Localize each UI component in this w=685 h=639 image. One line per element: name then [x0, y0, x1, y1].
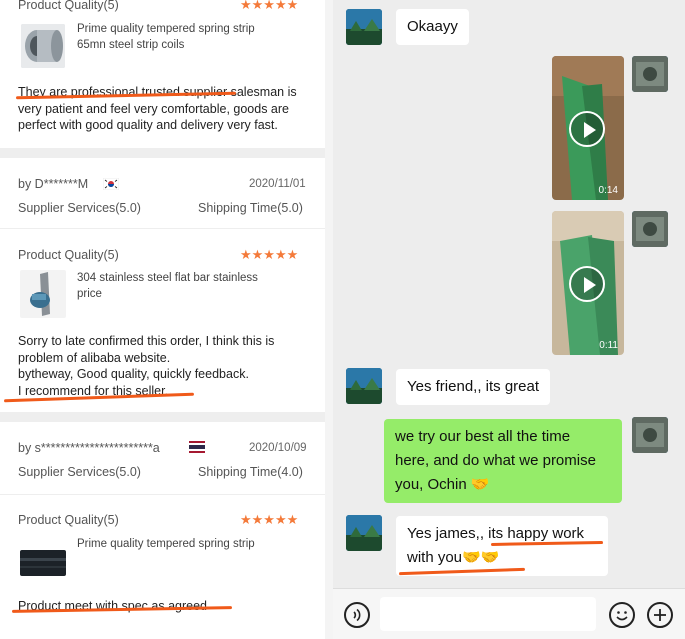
avatar-image — [346, 9, 382, 45]
divider — [0, 228, 325, 229]
product-title-line[interactable]: Prime quality tempered spring strip — [77, 538, 255, 550]
product-quality-label: Product Quality(5) — [18, 513, 119, 527]
product-title-line[interactable]: Prime quality tempered spring strip — [77, 23, 255, 35]
chat-window: Okaayy 0:14 0:11 Yes friend,, its great … — [333, 0, 685, 639]
star-rating: ★★★★★ — [240, 0, 299, 12]
steel-coil-image — [21, 24, 65, 68]
contact-avatar[interactable] — [346, 9, 382, 45]
contact-avatar[interactable] — [346, 368, 382, 404]
review-date: 2020/10/09 — [249, 442, 307, 454]
video-duration: 0:14 — [598, 185, 618, 196]
contact-avatar[interactable] — [346, 515, 382, 551]
product-thumbnail[interactable] — [20, 270, 66, 318]
message-line: we try our best all the time — [395, 428, 571, 445]
video-duration: 0:11 — [599, 340, 618, 351]
product-title-line[interactable]: price — [77, 288, 102, 300]
spring-strip-image — [20, 550, 66, 576]
review-line: very patient and feel very comfortable, … — [18, 101, 289, 116]
review-text: Sorry to late confirmed this order, I th… — [18, 333, 318, 399]
self-avatar[interactable] — [632, 211, 668, 247]
avatar-image — [632, 417, 668, 453]
message-input[interactable] — [380, 597, 596, 631]
section-divider — [0, 148, 325, 158]
buyer-name: by s***********************a — [18, 441, 160, 455]
emoji-icon[interactable] — [609, 602, 635, 628]
message-bubble[interactable]: Okaayy — [396, 9, 469, 45]
review-line: Sorry to late confirmed this order, I th… — [18, 334, 275, 348]
self-avatar[interactable] — [632, 417, 668, 453]
section-divider — [0, 412, 325, 422]
review-text: They are professional trusted supplier s… — [18, 84, 318, 134]
play-icon[interactable] — [569, 266, 605, 302]
avatar-image — [632, 211, 668, 247]
product-thumbnail[interactable] — [20, 550, 66, 576]
message-line: Yes friend,, its great — [407, 378, 540, 395]
star-rating: ★★★★★ — [240, 512, 299, 527]
plus-glyph — [654, 609, 666, 621]
message-line: with you🤝🤝 — [407, 549, 500, 566]
voice-icon[interactable] — [344, 602, 370, 628]
voice-waves — [353, 608, 361, 622]
review-line: perfect with good quality and delivery v… — [18, 118, 278, 132]
video-message[interactable]: 0:14 — [552, 56, 624, 200]
product-title-line[interactable]: 304 stainless steel flat bar stainless — [77, 272, 258, 284]
play-icon[interactable] — [569, 111, 605, 147]
korea-flag-icon — [103, 178, 119, 190]
message-bubble[interactable]: Yes friend,, its great — [396, 369, 551, 405]
product-title-line[interactable]: 65mn steel strip coils — [77, 39, 184, 51]
message-line: you, Ochin 🤝 — [395, 476, 490, 493]
buyer-name: by D*******M — [18, 177, 89, 191]
avatar-image — [632, 56, 668, 92]
flat-bar-image — [20, 270, 66, 318]
product-quality-label: Product Quality(5) — [18, 0, 119, 12]
message-line: here, and do what we promise — [395, 452, 596, 469]
smile-face — [616, 611, 628, 621]
divider — [0, 494, 325, 495]
review-list: Product Quality(5) ★★★★★ Prime quality t… — [0, 0, 325, 639]
product-thumbnail[interactable] — [21, 24, 65, 68]
product-quality-label: Product Quality(5) — [18, 248, 119, 262]
thailand-flag-icon — [189, 441, 205, 453]
panel-gap — [325, 0, 333, 639]
review-date: 2020/11/01 — [249, 178, 306, 190]
shipping-time-score: Shipping Time(4.0) — [198, 465, 303, 479]
video-message[interactable]: 0:11 — [552, 211, 624, 355]
avatar-image — [346, 515, 382, 551]
shipping-time-score: Shipping Time(5.0) — [198, 201, 303, 215]
review-line: problem of alibaba website. — [18, 350, 171, 365]
review-line: bytheway, Good quality, quickly feedback… — [18, 367, 249, 381]
supplier-services-score: Supplier Services(5.0) — [18, 465, 141, 479]
chat-input-bar — [333, 588, 685, 639]
message-line: Okaayy — [407, 18, 458, 35]
self-avatar[interactable] — [632, 56, 668, 92]
star-rating: ★★★★★ — [240, 247, 299, 262]
avatar-image — [346, 368, 382, 404]
message-bubble[interactable]: we try our best all the time here, and d… — [384, 419, 622, 503]
message-bubble[interactable]: Yes james,, its happy work with you🤝🤝 — [396, 516, 608, 576]
plus-icon[interactable] — [647, 602, 673, 628]
supplier-services-score: Supplier Services(5.0) — [18, 201, 141, 215]
